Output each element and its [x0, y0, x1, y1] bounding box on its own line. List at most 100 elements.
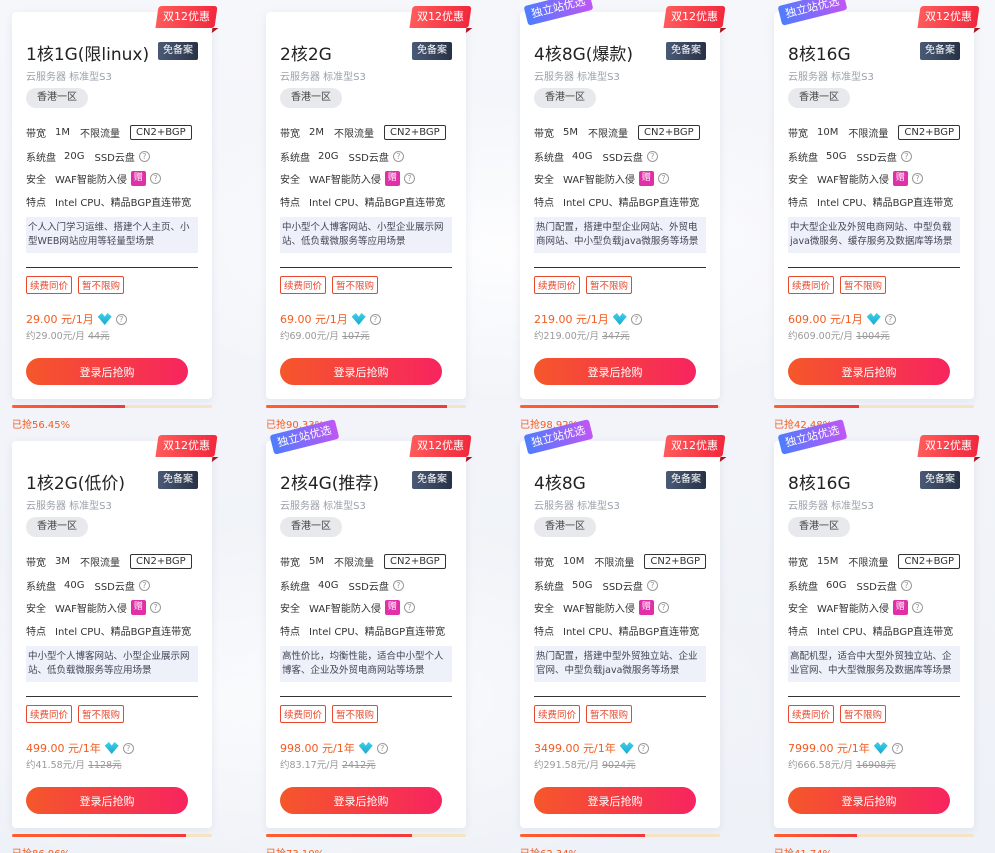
- sold-progress-fill: [774, 834, 858, 837]
- product-subtitle: 云服务器 标准型S3: [788, 72, 874, 83]
- region-pill[interactable]: 香港一区: [788, 88, 850, 108]
- bandwidth-value: 5M: [309, 556, 324, 567]
- help-icon[interactable]: ?: [392, 151, 404, 162]
- buy-button[interactable]: 登录后抢购: [26, 787, 188, 814]
- region-pill[interactable]: 香港一区: [26, 88, 88, 108]
- help-icon[interactable]: ?: [138, 151, 150, 162]
- disk-label: 系统盘: [280, 582, 310, 593]
- divider: [26, 267, 198, 268]
- product-grid: 双12优惠 1核1G(限linux) 免备案 云服务器 标准型S3 香港一区 带…: [0, 0, 995, 853]
- product-subtitle: 云服务器 标准型S3: [534, 72, 620, 83]
- price-value: 29.00 元/1月: [26, 313, 94, 326]
- sold-percent: 已抢62.34%: [520, 845, 578, 853]
- buy-button[interactable]: 登录后抢购: [788, 787, 950, 814]
- network-tag: CN2+BGP: [644, 554, 707, 569]
- sold-progress-bar: [12, 834, 212, 837]
- help-icon[interactable]: ?: [657, 602, 669, 613]
- help-icon[interactable]: ?: [403, 173, 415, 184]
- product-description: 高性价比，均衡性能，适合中小型个人博客、企业及外贸电商网站等场景: [280, 646, 452, 682]
- sold-progress-fill: [12, 405, 125, 408]
- buy-button[interactable]: 登录后抢购: [534, 787, 696, 814]
- exempt-badge: 免备案: [666, 42, 706, 60]
- help-icon[interactable]: ?: [149, 173, 161, 184]
- help-icon[interactable]: ?: [646, 151, 658, 162]
- disk-label: 系统盘: [280, 153, 310, 164]
- disk-label: 系统盘: [534, 582, 564, 593]
- help-icon[interactable]: ?: [392, 580, 404, 591]
- bandwidth-value: 2M: [309, 127, 324, 138]
- product-cell: 双12优惠 1核1G(限linux) 免备案 云服务器 标准型S3 香港一区 带…: [0, 6, 218, 432]
- help-icon[interactable]: ?: [149, 602, 161, 613]
- bandwidth-row: 带宽 15M 不限流量 CN2+BGP: [788, 554, 961, 569]
- original-price: 9024元: [601, 760, 636, 771]
- help-icon[interactable]: ?: [900, 151, 912, 162]
- sold-percent: 已抢41.74%: [774, 845, 832, 853]
- region-pill[interactable]: 香港一区: [534, 88, 596, 108]
- product-title: 2核2G: [280, 45, 332, 65]
- waf-text: WAF智能防入侵: [817, 175, 889, 186]
- divider: [280, 267, 452, 268]
- waf-text: WAF智能防入侵: [309, 175, 381, 186]
- network-tag: CN2+BGP: [130, 125, 192, 140]
- vip-diamond-icon: [612, 313, 627, 325]
- network-tag: CN2+BGP: [384, 125, 446, 140]
- help-icon[interactable]: ?: [115, 313, 127, 325]
- network-tag: CN2+BGP: [130, 554, 192, 569]
- buy-button[interactable]: 登录后抢购: [280, 358, 442, 385]
- feature-label: 特点: [788, 627, 808, 638]
- region-pill[interactable]: 香港一区: [788, 517, 850, 537]
- region-pill[interactable]: 香港一区: [534, 517, 596, 537]
- buy-button[interactable]: 登录后抢购: [788, 358, 950, 385]
- buy-button[interactable]: 登录后抢购: [534, 358, 696, 385]
- security-label: 安全: [280, 604, 300, 615]
- feature-row: 特点 Intel CPU、精品BGP直连带宽: [788, 194, 953, 209]
- price: 219.00 元/1月 ?: [534, 311, 642, 327]
- divider: [280, 696, 452, 697]
- waf-text: WAF智能防入侵: [55, 604, 127, 615]
- help-icon[interactable]: ?: [369, 313, 381, 325]
- help-icon[interactable]: ?: [403, 602, 415, 613]
- help-icon[interactable]: ?: [646, 580, 658, 591]
- product-description: 热门配置，搭建中型企业网站、外贸电商网站、中小型负载java微服务等场景: [534, 217, 706, 253]
- buy-button[interactable]: 登录后抢购: [280, 787, 442, 814]
- product-title: 8核16G: [788, 45, 851, 65]
- help-icon[interactable]: ?: [891, 742, 903, 754]
- feature-text: Intel CPU、精品BGP直连带宽: [55, 627, 192, 638]
- network-tag: CN2+BGP: [898, 125, 961, 140]
- monthly-price: 约29.00元/月 44元: [26, 328, 110, 342]
- help-icon[interactable]: ?: [630, 313, 642, 325]
- product-description: 热门配置，搭建中型外贸独立站、企业官网、中型负载java微服务等场景: [534, 646, 706, 682]
- security-row: 安全 WAF智能防入侵 赠 ?: [26, 171, 161, 186]
- price: 609.00 元/1月 ?: [788, 311, 896, 327]
- region-pill[interactable]: 香港一区: [280, 88, 342, 108]
- region-pill[interactable]: 香港一区: [280, 517, 342, 537]
- product-card: 双12优惠 独立站优选 8核16G 免备案 云服务器 标准型S3 香港一区 带宽…: [774, 0, 980, 399]
- monthly-value: 约666.58元/月: [788, 760, 853, 771]
- help-icon[interactable]: ?: [900, 580, 912, 591]
- renew-same-price-tag: 续费同价: [534, 276, 581, 294]
- security-row: 安全 WAF智能防入侵 赠 ?: [26, 600, 161, 615]
- product-title: 2核4G(推荐): [280, 474, 380, 494]
- region-pill[interactable]: 香港一区: [26, 517, 88, 537]
- unlimited-traffic: 不限流量: [588, 129, 628, 140]
- product-cell: 双12优惠 独立站优选 4核8G 免备案 云服务器 标准型S3 香港一区 带宽 …: [508, 419, 726, 853]
- price-value: 998.00 元/1年: [280, 742, 355, 755]
- help-icon[interactable]: ?: [637, 742, 649, 754]
- product-card: 双12优惠 独立站优选 2核4G(推荐) 免备案 云服务器 标准型S3 香港一区…: [266, 419, 472, 828]
- divider: [534, 267, 706, 268]
- help-icon[interactable]: ?: [657, 173, 669, 184]
- purchase-tags: 续费同价 暂不限购: [280, 276, 379, 294]
- help-icon[interactable]: ?: [376, 742, 388, 754]
- help-icon[interactable]: ?: [122, 742, 134, 754]
- help-icon[interactable]: ?: [884, 313, 896, 325]
- help-icon[interactable]: ?: [911, 602, 923, 613]
- disk-type: SSD云盘: [856, 153, 897, 164]
- divider: [26, 696, 198, 697]
- buy-button[interactable]: 登录后抢购: [26, 358, 188, 385]
- sold-percent: 已抢73.10%: [266, 845, 324, 853]
- bandwidth-row: 带宽 10M 不限流量 CN2+BGP: [788, 125, 961, 140]
- help-icon[interactable]: ?: [911, 173, 923, 184]
- help-icon[interactable]: ?: [138, 580, 150, 591]
- product-card: 双12优惠 独立站优选 4核8G 免备案 云服务器 标准型S3 香港一区 带宽 …: [520, 419, 726, 828]
- disk-row: 系统盘 40G SSD云盘 ?: [26, 578, 150, 593]
